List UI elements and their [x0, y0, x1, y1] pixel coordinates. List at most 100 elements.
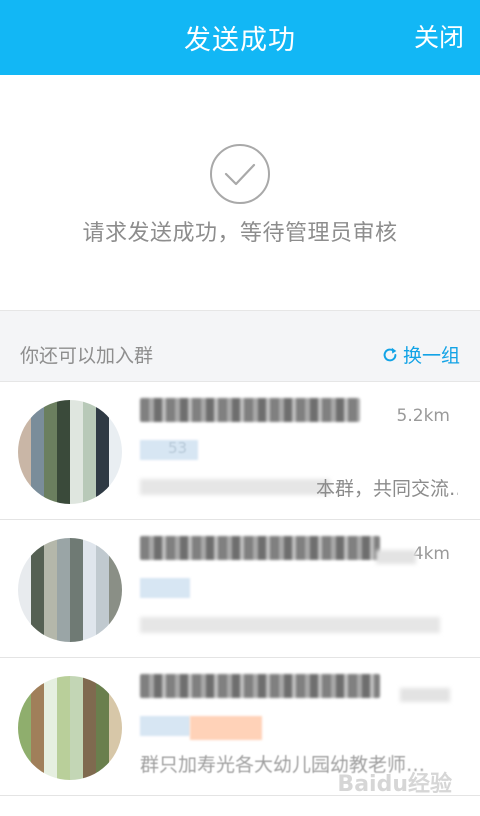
group-list-item[interactable]: 5.2km 53 本群，共同交流…	[0, 382, 480, 520]
avatar-pixel	[44, 413, 57, 426]
avatar-pixel	[96, 754, 109, 767]
avatar-pixel	[109, 413, 122, 426]
avatar-pixel	[109, 439, 122, 452]
avatar-pixel	[70, 741, 83, 754]
avatar-pixel	[96, 538, 109, 551]
avatar-pixel	[18, 728, 31, 741]
avatar-pixel	[70, 413, 83, 426]
avatar-pixel	[70, 564, 83, 577]
avatar-pixel	[57, 439, 70, 452]
avatar-pixel	[18, 603, 31, 616]
avatar-pixel	[83, 413, 96, 426]
avatar-pixel	[83, 426, 96, 439]
avatar-pixel	[44, 715, 57, 728]
avatar-pixel	[70, 452, 83, 465]
avatar-pixel	[57, 551, 70, 564]
avatar-pixel	[70, 629, 83, 642]
avatar-pixel	[44, 702, 57, 715]
avatar-pixel	[70, 603, 83, 616]
avatar-pixel	[70, 400, 83, 413]
avatar-pixel	[70, 676, 83, 689]
group-name	[140, 536, 380, 560]
avatar-pixel	[70, 538, 83, 551]
avatar-pixel	[70, 702, 83, 715]
avatar-pixel	[109, 676, 122, 689]
avatar-pixel	[109, 629, 122, 642]
avatar-pixel	[57, 702, 70, 715]
close-button[interactable]: 关闭	[414, 18, 464, 54]
avatar-pixel	[18, 426, 31, 439]
avatar-pixel	[109, 491, 122, 504]
group-avatar	[18, 400, 122, 504]
avatar-pixel	[18, 564, 31, 577]
avatar-pixel	[96, 439, 109, 452]
avatar-pixel	[109, 590, 122, 603]
avatar-pixel	[31, 491, 44, 504]
avatar-pixel	[57, 767, 70, 780]
avatar-pixel	[83, 465, 96, 478]
avatar-pixel	[57, 603, 70, 616]
avatar-pixel	[57, 616, 70, 629]
avatar-pixel	[109, 551, 122, 564]
avatar-pixel	[83, 590, 96, 603]
avatar-pixel	[57, 728, 70, 741]
avatar-pixel	[31, 689, 44, 702]
avatar-pixel	[83, 754, 96, 767]
success-message: 请求发送成功，等待管理员审核	[82, 221, 398, 246]
avatar-pixel	[109, 603, 122, 616]
avatar-pixel	[83, 702, 96, 715]
avatar-pixel	[109, 577, 122, 590]
avatar-pixel	[44, 741, 57, 754]
avatar-pixel	[57, 478, 70, 491]
avatar-pixel	[96, 689, 109, 702]
avatar-pixel	[18, 413, 31, 426]
avatar-pixel	[18, 538, 31, 551]
avatar-pixel	[31, 538, 44, 551]
avatar-pixel	[18, 616, 31, 629]
watermark: Baidu经验	[337, 772, 452, 797]
avatar-pixel	[83, 577, 96, 590]
avatar-pixel	[31, 413, 44, 426]
group-list: 5.2km 53 本群，共同交流… 4km 群只加寿光各大幼儿园幼教老师…	[0, 382, 480, 796]
avatar-pixel	[18, 577, 31, 590]
avatar-pixel	[70, 590, 83, 603]
avatar-pixel	[96, 741, 109, 754]
avatar-pixel	[96, 728, 109, 741]
avatar-pixel	[96, 577, 109, 590]
avatar-pixel	[109, 616, 122, 629]
avatar-pixel	[57, 426, 70, 439]
avatar-pixel	[70, 715, 83, 728]
avatar-pixel	[96, 491, 109, 504]
avatar-pixel	[44, 426, 57, 439]
success-panel: 请求发送成功，等待管理员审核	[0, 75, 480, 310]
avatar-pixel	[18, 491, 31, 504]
avatar-pixel	[44, 728, 57, 741]
group-name	[140, 398, 360, 422]
avatar-pixel	[57, 715, 70, 728]
avatar-pixel	[83, 715, 96, 728]
avatar-pixel	[83, 629, 96, 642]
group-list-item[interactable]: 4km	[0, 520, 480, 658]
avatar-pixel	[31, 741, 44, 754]
avatar-pixel	[57, 413, 70, 426]
avatar-pixel	[70, 689, 83, 702]
avatar-pixel	[57, 629, 70, 642]
avatar-pixel	[109, 538, 122, 551]
avatar-pixel	[57, 465, 70, 478]
avatar-pixel	[109, 478, 122, 491]
avatar-pixel	[18, 676, 31, 689]
avatar-pixel	[109, 452, 122, 465]
avatar-pixel	[57, 400, 70, 413]
avatar-pixel	[31, 439, 44, 452]
avatar-pixel	[83, 767, 96, 780]
avatar-pixel	[70, 616, 83, 629]
group-name	[140, 674, 380, 698]
refresh-button[interactable]: 换一组	[381, 341, 460, 368]
avatar-pixel	[96, 767, 109, 780]
group-avatar	[18, 538, 122, 642]
avatar-pixel	[83, 452, 96, 465]
avatar-pixel	[57, 754, 70, 767]
group-tag	[140, 578, 190, 598]
avatar-pixel	[18, 767, 31, 780]
avatar-pixel	[83, 689, 96, 702]
